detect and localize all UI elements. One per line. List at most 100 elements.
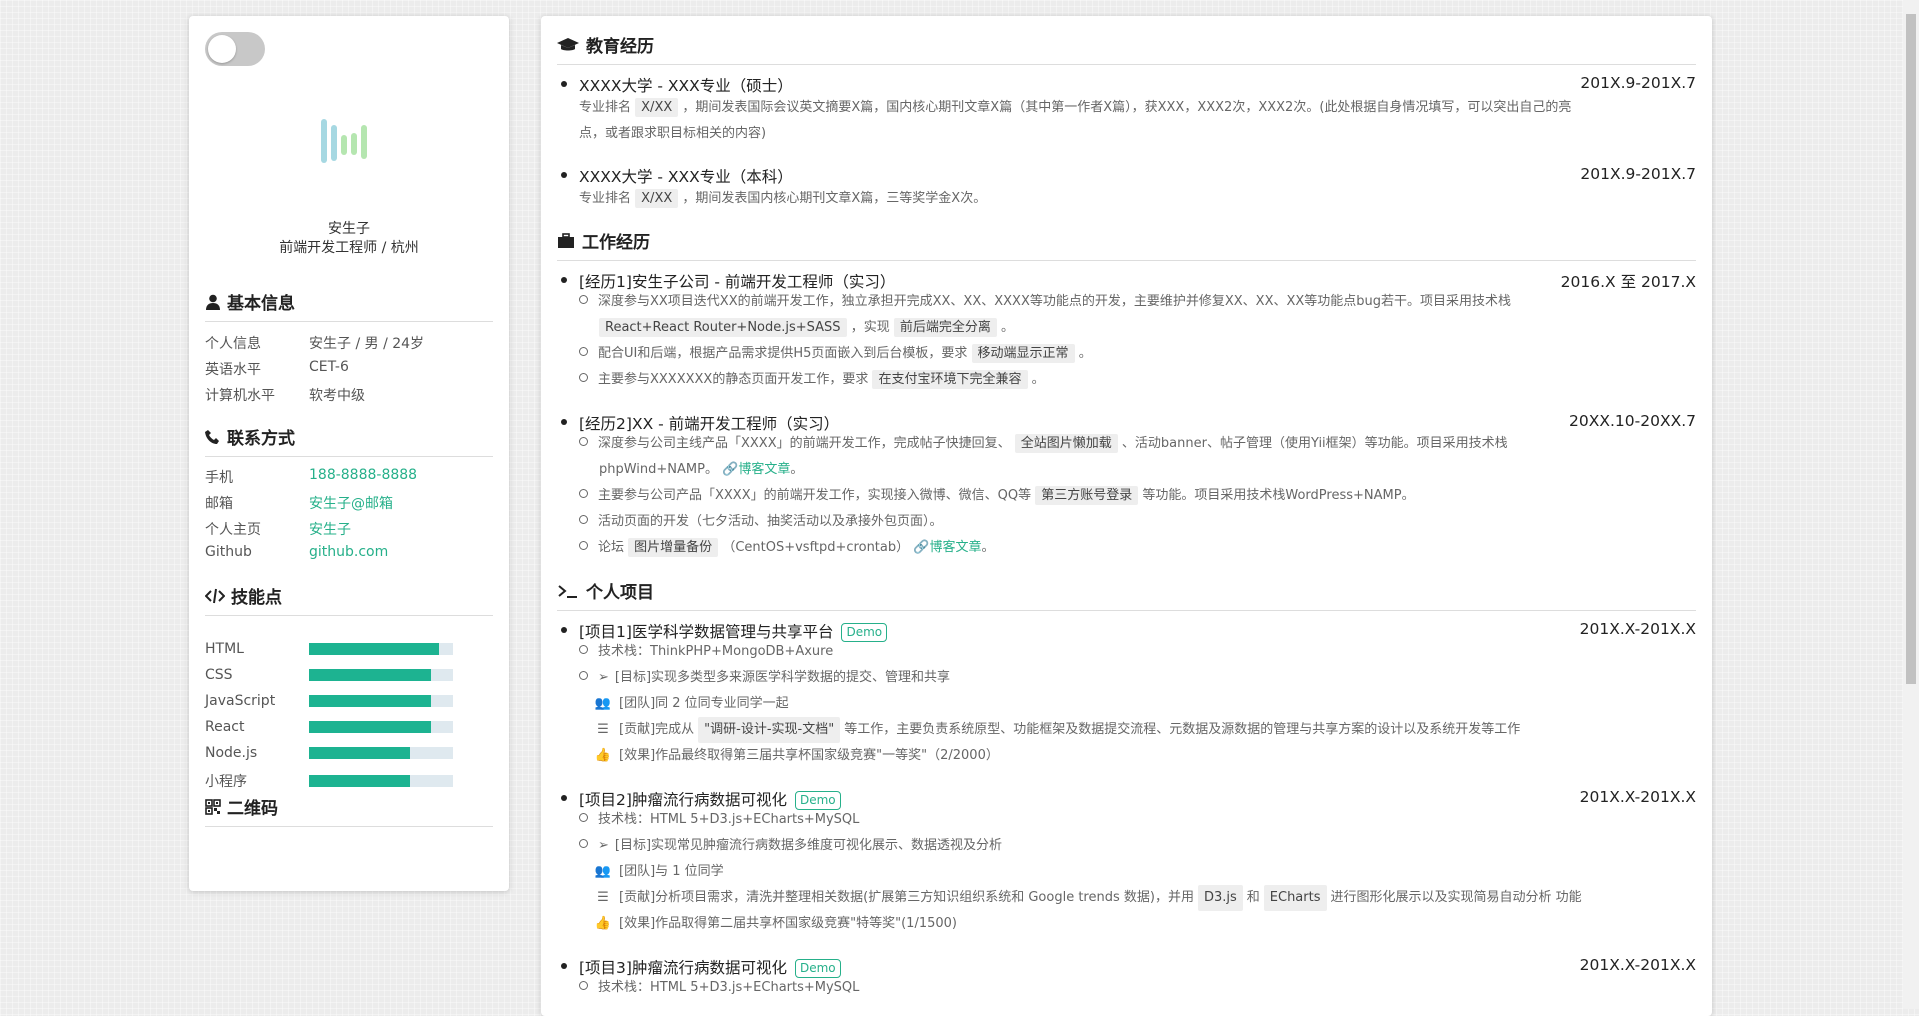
education-desc: 专业排名 X/XX ，期间发表国际会议英文摘要X篇，国内核心期刊文章X篇（其中第… (579, 98, 1572, 141)
link-icon: 🔗 (913, 540, 930, 555)
work-detail: 论坛 图片增量备份 （CentOS+vsftpd+crontab） 🔗博客文章。 (579, 537, 994, 559)
homepage-link[interactable]: 安生子 (309, 519, 351, 539)
list-icon: ☰ (597, 890, 609, 905)
circle-bullet-icon (579, 839, 588, 848)
skill-bar (309, 695, 453, 707)
skill-name: 小程序 (205, 774, 247, 790)
theme-toggle[interactable] (205, 32, 265, 66)
qrcode-icon (205, 798, 221, 815)
circle-bullet-icon (579, 981, 588, 990)
thumbs-up-icon: 👍 (594, 916, 612, 931)
blog-link[interactable]: 🔗博客文章 (722, 462, 790, 477)
skill-bar (309, 643, 453, 655)
users-icon: 👥 (594, 696, 612, 711)
project-detail: 👥 [团队]同 2 位同专业同学一起 (595, 693, 789, 715)
skill-name: React (205, 719, 245, 735)
bullet-icon (561, 172, 567, 178)
basic-row: 计算机水平 软考中级 (205, 388, 365, 404)
page-scrollbar[interactable] (1903, 0, 1919, 1009)
contact-row: 手机 188-8888-8888 (205, 467, 418, 487)
email-link[interactable]: 安生子@邮箱 (309, 493, 393, 513)
code-icon (205, 588, 225, 603)
work-detail: 配合UI和后端，根据产品需求提供H5页面嵌入到后台模板，要求 移动端显示正常 。 (579, 343, 1092, 365)
demo-badge[interactable]: Demo (841, 623, 888, 642)
basic-row: 个人信息 安生子 / 男 / 24岁 (205, 336, 425, 352)
project-detail: 👍 [效果]作品最终取得第三届共享杯国家级竞赛"一等奖"（2/2000） (595, 745, 999, 767)
blog-link[interactable]: 🔗博客文章 (913, 540, 981, 555)
skill-row: CSS (205, 667, 453, 683)
education-desc: 专业排名 X/XX ，期间发表国内核心期刊文章X篇，三等奖学金X次。 (579, 189, 987, 208)
contact-row: Github github.com (205, 544, 389, 560)
sidebar-card: 安生子 前端开发工程师 / 杭州 基本信息 个人信息 安生子 / 男 / 24岁 … (189, 16, 509, 891)
bullet-icon (561, 277, 567, 283)
demo-badge[interactable]: Demo (794, 791, 841, 810)
work-detail: 深度参与XX项目迭代XX的前端开发工作，独立承担开完成XX、XX、XXXX等功能… (579, 291, 1511, 313)
bullet-icon (561, 81, 567, 87)
bullet-icon (561, 795, 567, 801)
phone-icon (205, 429, 219, 444)
contact-row: 个人主页 安生子 (205, 519, 351, 539)
circle-bullet-icon (579, 645, 588, 654)
circle-bullet-icon (579, 813, 588, 822)
user-icon (206, 294, 220, 310)
project-detail: 技术栈：HTML 5+D3.js+ECharts+MySQL (579, 977, 859, 999)
bullet-icon (561, 963, 567, 969)
phone-link[interactable]: 188-8888-8888 (309, 467, 417, 487)
project-detail: ➢ [目标]实现常见肿瘤流行病数据多维度可视化展示、数据透视及分析 (579, 835, 1002, 857)
graduation-cap-icon (557, 37, 579, 50)
circle-bullet-icon (579, 437, 588, 446)
github-link[interactable]: github.com (309, 544, 388, 560)
skill-bar-fill (309, 695, 432, 707)
skill-name: CSS (205, 667, 233, 683)
skill-bar-fill (309, 669, 432, 681)
circle-bullet-icon (579, 671, 588, 680)
project-detail: 技术栈：ThinkPHP+MongoDB+Axure (579, 641, 833, 663)
list-icon: ☰ (597, 722, 609, 737)
skill-bar (309, 747, 453, 759)
skill-bar-fill (309, 775, 410, 787)
circle-bullet-icon (579, 515, 588, 524)
skill-bar-fill (309, 747, 410, 759)
skill-name: Node.js (205, 745, 258, 761)
circle-bullet-icon (579, 295, 588, 304)
project-detail: 👥 [团队]与 1 位同学 (595, 861, 724, 883)
scrollbar-thumb[interactable] (1906, 14, 1916, 684)
circle-bullet-icon (579, 489, 588, 498)
skill-bar (309, 775, 453, 787)
work-detail: 深度参与公司主线产品「XXXX」的前端开发工作，完成帖子快捷回复、 全站图片懒加… (579, 433, 1508, 455)
logo-icon (321, 119, 367, 163)
skill-row: HTML (205, 641, 453, 657)
demo-badge[interactable]: Demo (794, 959, 841, 978)
skill-name: HTML (205, 641, 244, 657)
project-detail: 👍 [效果]作品取得第二届共享杯国家级竞赛"特等奖"(1/1500) (595, 913, 957, 935)
bullet-icon (561, 419, 567, 425)
qr-heading: 二维码 (205, 794, 493, 827)
skill-bar (309, 721, 453, 733)
work-detail: 主要参与XXXXXXX的静态页面开发工作，要求 在支付宝环境下完全兼容 。 (579, 369, 1045, 391)
link-icon: 🔗 (722, 462, 739, 477)
skill-bar-fill (309, 643, 439, 655)
skill-bar-fill (309, 721, 432, 733)
work-detail: React+React Router+Node.js+SASS ，实现 前后端完… (599, 317, 1014, 339)
toggle-knob[interactable] (208, 35, 236, 63)
work-detail: 活动页面的开发（七夕活动、抽奖活动以及承接外包页面）。 (579, 511, 943, 533)
contact-row: 邮箱 安生子@邮箱 (205, 493, 393, 513)
project-detail: ➢ [目标]实现多类型多来源医学科学数据的提交、管理和共享 (579, 667, 950, 689)
circle-bullet-icon (579, 541, 588, 550)
basic-row: 英语水平 CET-6 (205, 359, 349, 378)
project-detail: ☰ [贡献]完成从 "调研-设计-实现-文档" 等工作，主要负责系统原型、功能框架及数… (595, 717, 1520, 743)
profile-name: 安生子 (328, 221, 370, 237)
users-icon: 👥 (594, 864, 612, 879)
paper-plane-icon: ➢ (598, 670, 609, 685)
work-detail: 主要参与公司产品「XXXX」的前端开发工作，实现接入微博、微信、QQ等 第三方账… (579, 485, 1415, 507)
work-heading: 工作经历 (557, 228, 1696, 261)
projects-heading: 个人项目 (557, 578, 1696, 611)
main-card: 教育经历 XXXX大学 - XXX专业（硕士） 201X.9-201X.7 专业… (541, 16, 1712, 1016)
basic-info-heading: 基本信息 (205, 289, 493, 322)
circle-bullet-icon (579, 347, 588, 356)
circle-bullet-icon (579, 373, 588, 382)
briefcase-icon (558, 232, 574, 248)
paper-plane-icon: ➢ (598, 838, 609, 853)
education-heading: 教育经历 (557, 32, 1696, 65)
skill-bar (309, 669, 453, 681)
